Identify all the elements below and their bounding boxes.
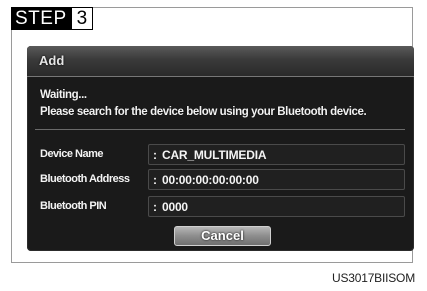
image-code: US3017BIISOM (332, 271, 415, 285)
device-name-value: CAR_MULTIMEDIA (162, 148, 267, 162)
bluetooth-address-value: 00:00:00:00:00:00 (162, 173, 259, 187)
dialog-title: Add (39, 53, 65, 68)
device-name-row: Device Name : CAR_MULTIMEDIA (35, 144, 407, 166)
separator-colon: : (153, 173, 157, 187)
bluetooth-address-label: Bluetooth Address (40, 173, 130, 185)
waiting-message: Waiting... (40, 89, 87, 101)
step-number: 3 (70, 7, 94, 30)
divider (35, 129, 405, 130)
device-name-field: : CAR_MULTIMEDIA (148, 144, 405, 165)
step-label: STEP (11, 7, 71, 30)
bluetooth-pin-row: Bluetooth PIN : 0000 (35, 196, 407, 218)
separator-colon: : (153, 148, 157, 162)
device-screen: Add Waiting... Please search for the dev… (27, 46, 414, 251)
bluetooth-address-field: : 00:00:00:00:00:00 (148, 169, 405, 190)
bluetooth-pin-value: 0000 (162, 200, 188, 214)
bluetooth-pin-field: : 0000 (148, 196, 405, 217)
bluetooth-pin-label: Bluetooth PIN (40, 200, 107, 212)
instruction-message: Please search for the device below using… (40, 106, 367, 118)
step-badge: STEP 3 (11, 7, 94, 30)
device-name-label: Device Name (40, 148, 104, 160)
dialog-titlebar: Add (27, 46, 414, 77)
separator-colon: : (153, 200, 157, 214)
cancel-button[interactable]: Cancel (174, 226, 271, 246)
bluetooth-address-row: Bluetooth Address : 00:00:00:00:00:00 (35, 169, 407, 191)
